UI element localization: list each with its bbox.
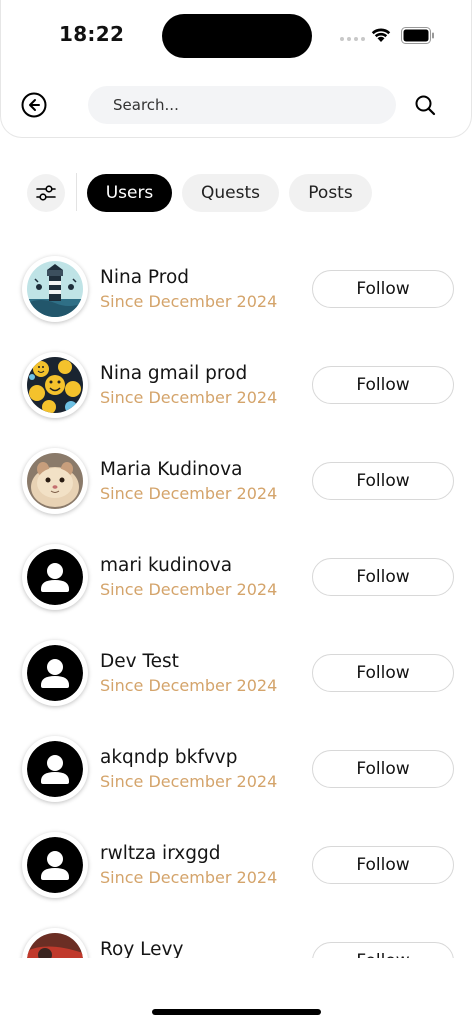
avatar[interactable] (22, 832, 88, 898)
user-name: akqndp bkfvvp (100, 747, 238, 768)
tab-users[interactable]: Users (87, 174, 172, 212)
list-item[interactable]: akqndp bkfvvp Since December 2024 Follow (0, 720, 472, 816)
avatar[interactable] (22, 928, 88, 958)
search-button[interactable] (414, 94, 436, 116)
member-since: Since December 2024 (100, 868, 278, 887)
tab-quests[interactable]: Quests (182, 174, 279, 212)
list-item[interactable]: Dev Test Since December 2024 Follow (0, 624, 472, 720)
user-name: mari kudinova (100, 555, 233, 576)
avatar[interactable] (22, 544, 88, 610)
list-item[interactable]: Nina Prod Since December 2024 Follow (0, 240, 472, 336)
avatar[interactable] (22, 640, 88, 706)
list-item[interactable]: mari kudinova Since December 2024 Follow (0, 528, 472, 624)
avatar[interactable] (22, 448, 88, 514)
lighthouse-photo (27, 261, 83, 317)
member-since: Since December 2024 (100, 388, 278, 407)
status-time: 18:22 (59, 22, 125, 46)
default-user-icon (27, 741, 83, 797)
search-input[interactable] (88, 86, 396, 124)
battery-icon (401, 27, 434, 44)
member-since: Since December 2024 (100, 580, 278, 599)
signal-dots-icon (340, 37, 365, 41)
user-name: rwltza irxggd (100, 843, 221, 864)
tab-divider (76, 173, 77, 211)
follow-button[interactable]: Follow (312, 942, 454, 958)
list-item[interactable]: rwltza irxggd Since December 2024 Follow (0, 816, 472, 912)
filter-button[interactable] (27, 174, 65, 212)
wifi-icon (371, 28, 391, 42)
follow-button[interactable]: Follow (312, 558, 454, 596)
default-user-icon (27, 837, 83, 893)
smiley-faces-photo (27, 357, 83, 413)
follow-button[interactable]: Follow (312, 270, 454, 308)
list-item[interactable]: Nina gmail prod Since December 2024 Foll… (0, 336, 472, 432)
avatar[interactable] (22, 352, 88, 418)
follow-button[interactable]: Follow (312, 750, 454, 788)
search-icon (415, 95, 436, 116)
member-since: Since December 2024 (100, 292, 278, 311)
list-item[interactable]: Maria Kudinova Since December 2024 Follo… (0, 432, 472, 528)
search-field[interactable] (88, 86, 396, 124)
home-indicator (152, 1009, 321, 1015)
hamster-photo (27, 453, 83, 509)
member-since: Since December 2024 (100, 676, 278, 695)
user-name: Dev Test (100, 651, 179, 672)
follow-button[interactable]: Follow (312, 654, 454, 692)
default-user-icon (27, 549, 83, 605)
member-since: Since December 2024 (100, 484, 278, 503)
user-name: Maria Kudinova (100, 459, 243, 480)
user-name: Nina gmail prod (100, 363, 248, 384)
user-name: Roy Levy (100, 939, 184, 958)
red-photo (27, 933, 83, 958)
user-name: Nina Prod (100, 267, 190, 288)
tab-posts[interactable]: Posts (289, 174, 372, 212)
arrow-left-circle-icon (21, 92, 47, 118)
member-since: Since December 2024 (100, 772, 278, 791)
follow-button[interactable]: Follow (312, 846, 454, 884)
list-item[interactable]: Roy Levy Follow (0, 912, 472, 958)
avatar[interactable] (22, 736, 88, 802)
dynamic-island (162, 14, 312, 58)
top-header: 18:22 (0, 0, 472, 138)
back-button[interactable] (21, 92, 47, 118)
follow-button[interactable]: Follow (312, 462, 454, 500)
avatar[interactable] (22, 256, 88, 322)
sliders-icon (36, 185, 56, 201)
default-user-icon (27, 645, 83, 701)
user-list: Nina Prod Since December 2024 Follow Nin… (0, 240, 472, 958)
follow-button[interactable]: Follow (312, 366, 454, 404)
